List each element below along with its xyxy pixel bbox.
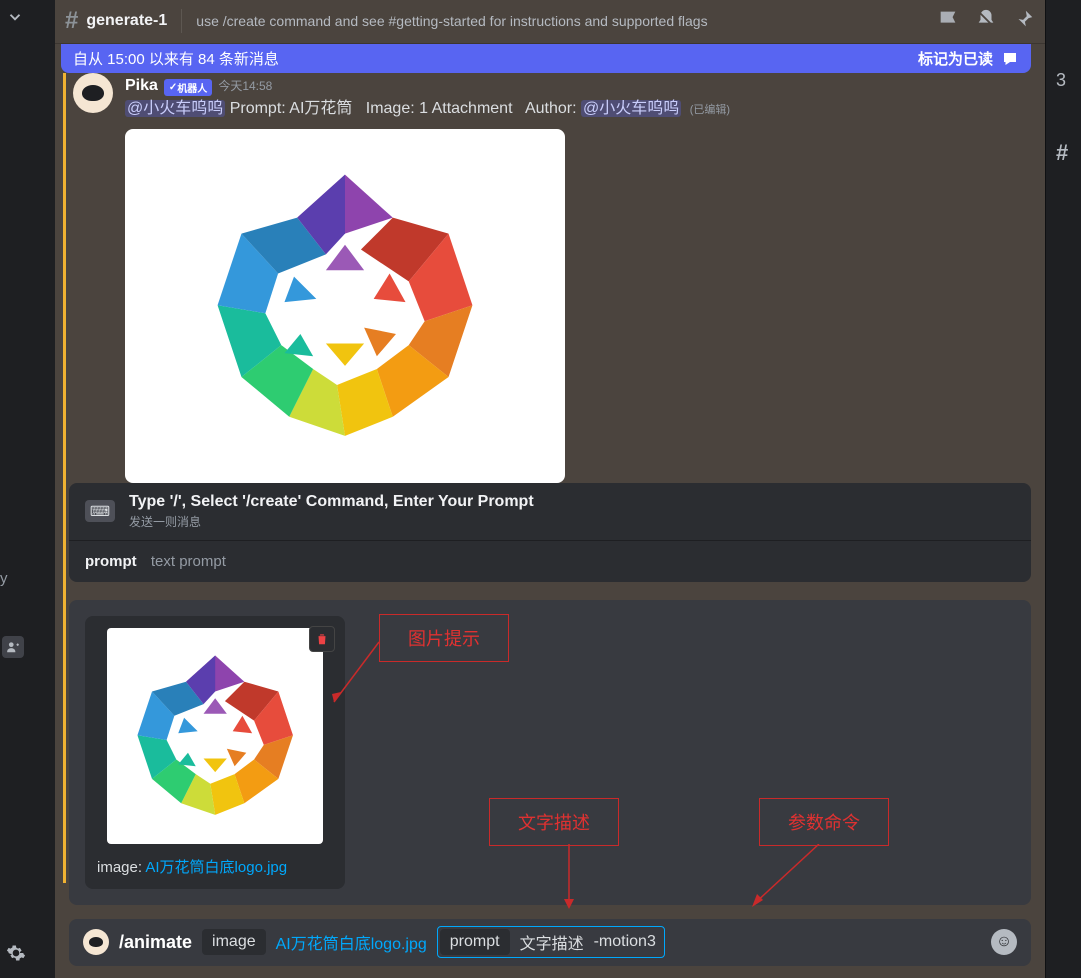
keyboard-icon: ⌨ <box>85 500 115 522</box>
annotation-image-hint: 图片提示 <box>379 614 509 662</box>
settings-gear-icon[interactable] <box>6 943 26 968</box>
motion-flag: -motion3 <box>594 933 656 951</box>
option-label: prompt <box>85 553 137 570</box>
annotation-text-desc: 文字描述 <box>489 798 619 846</box>
bot-tag: ✓ 机器人 <box>164 79 212 96</box>
channel-topic[interactable]: use /create command and see #getting-sta… <box>196 13 921 29</box>
pin-icon[interactable] <box>1013 8 1035 35</box>
param-chip-image[interactable]: image <box>202 929 266 955</box>
hash-icon: # <box>65 7 78 35</box>
attachment-thumbnail-image[interactable] <box>107 628 323 844</box>
chevron-down-icon[interactable] <box>6 8 24 31</box>
param-value-file[interactable]: AI万花筒白底logo.jpg <box>276 930 427 954</box>
notifications-muted-icon[interactable] <box>975 8 997 35</box>
threads-icon[interactable] <box>937 8 959 35</box>
delete-attachment-button[interactable] <box>309 626 335 652</box>
edited-tag: (已编辑) <box>690 104 730 116</box>
avatar[interactable] <box>73 73 113 113</box>
channel-name[interactable]: generate-1 <box>86 12 167 30</box>
annotation-param-cmd: 参数命令 <box>759 798 889 846</box>
upload-preview-area: image: AI万花筒白底logo.jpg 图片提示 文字描述 参数命令 <box>69 600 1031 905</box>
mark-read-icon <box>1001 50 1019 68</box>
command-hint-card[interactable]: ⌨ Type '/', Select '/create' Command, En… <box>69 483 1031 541</box>
sidebar-fragment: y <box>0 570 8 587</box>
message: Pika ✓ 机器人 今天14:58 @小火车呜呜 Prompt: AI万花筒 … <box>55 73 1045 482</box>
app-avatar-icon <box>83 929 109 955</box>
channel-header: # generate-1 use /create command and see… <box>55 0 1045 44</box>
new-messages-text: 自从 15:00 以来有 84 条新消息 <box>73 48 279 69</box>
add-member-button[interactable] <box>2 636 24 658</box>
divider <box>181 9 182 33</box>
message-input-bar[interactable]: /animate image AI万花筒白底logo.jpg prompt 文字… <box>69 919 1031 966</box>
emoji-picker-icon[interactable]: ☺ <box>991 929 1017 955</box>
option-description: text prompt <box>151 553 226 570</box>
right-sidebar: 3 # <box>1045 0 1081 978</box>
param-chip-prompt: prompt <box>440 929 510 955</box>
prompt-text-value: 文字描述 <box>520 930 584 954</box>
command-option-row[interactable]: prompt text prompt <box>69 541 1031 582</box>
param-chip-prompt-group[interactable]: prompt 文字描述 -motion3 <box>437 926 665 958</box>
message-content: @小火车呜呜 Prompt: AI万花筒 Image: 1 Attachment… <box>125 98 1029 120</box>
command-name: /animate <box>119 932 192 953</box>
message-username[interactable]: Pika <box>125 77 158 95</box>
message-timestamp: 今天14:58 <box>218 77 272 94</box>
new-messages-bar[interactable]: 自从 15:00 以来有 84 条新消息 标记为已读 <box>61 44 1031 73</box>
annotation-arrow <box>559 844 579 914</box>
left-sidebar: y <box>0 0 55 978</box>
annotation-arrow <box>749 844 829 914</box>
hash-icon[interactable]: # <box>1056 140 1068 166</box>
command-hint-subtitle: 发送一则消息 <box>129 513 534 530</box>
command-hint-title: Type '/', Select '/create' Command, Ente… <box>129 493 534 511</box>
message-attachment-image[interactable] <box>125 129 565 483</box>
attachment-filename: image: AI万花筒白底logo.jpg <box>97 856 333 877</box>
mark-read-button[interactable]: 标记为已读 <box>918 48 993 69</box>
attachment-thumbnail-card: image: AI万花筒白底logo.jpg <box>85 616 345 889</box>
user-mention[interactable]: @小火车呜呜 <box>581 100 681 117</box>
thread-count[interactable]: 3 <box>1056 70 1066 91</box>
filename-link[interactable]: AI万花筒白底logo.jpg <box>145 859 287 876</box>
user-mention[interactable]: @小火车呜呜 <box>125 100 225 117</box>
